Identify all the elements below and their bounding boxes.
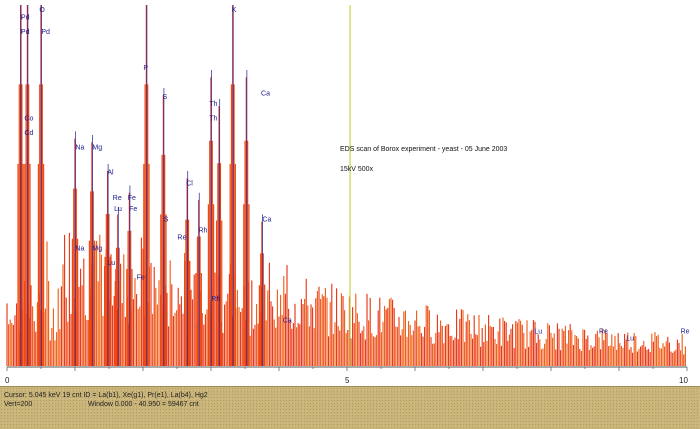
element-label: Rh — [198, 227, 207, 234]
element-label: Lu — [114, 206, 122, 213]
x-tick-label: 5 — [345, 376, 350, 385]
element-label: Th — [209, 116, 217, 123]
element-label: Lu — [626, 336, 634, 343]
vertical-scale-readout: Vert=200 — [4, 401, 33, 408]
element-label: Lu — [107, 260, 115, 267]
element-label: Cl — [186, 181, 193, 188]
window-readout: Window 0.000 - 40.950 = 59467 cnt — [88, 401, 199, 408]
element-label: Fe — [128, 195, 136, 202]
x-tick-label: 0 — [5, 376, 10, 385]
element-label: Na — [75, 245, 84, 252]
element-label: Pd — [21, 14, 30, 21]
element-label: Pd — [21, 29, 30, 36]
element-label: Ca — [261, 90, 270, 97]
element-label: Al — [107, 170, 114, 177]
element-label: Th — [209, 101, 217, 108]
annotation-subtitle: 15kV 500x — [340, 166, 374, 173]
spectrum-plot[interactable]: Pd O Pd Pd Co Cd Na Mg Al Lu Fe Fe Re Na Mg Lu Fe Re P S S Cl… — [0, 0, 700, 386]
element-label: Cd — [24, 130, 33, 137]
element-label: Pd — [41, 29, 50, 36]
element-label: Co — [24, 116, 33, 123]
element-label: K — [232, 7, 237, 14]
element-label: Ca — [262, 217, 271, 224]
element-label: O — [39, 7, 45, 14]
element-label: Ca — [283, 318, 292, 325]
element-label: S — [162, 94, 167, 101]
element-label: Mg — [92, 245, 102, 252]
element-label: Rh — [211, 296, 220, 303]
element-label: Re — [177, 235, 186, 242]
annotation-title: EDS scan of Borox experiment - yeast - 0… — [340, 146, 507, 153]
element-label: Fe — [137, 274, 145, 281]
element-label: S — [164, 217, 169, 224]
eds-spectrum-window: Pd O Pd Pd Co Cd Na Mg Al Lu Fe Fe Re Na Mg Lu Fe Re P S S Cl… — [0, 0, 700, 429]
element-label: Na — [75, 144, 84, 151]
cursor-readout: Cursor: 5.045 keV 19 cnt ID = La(b1), Xe… — [4, 392, 208, 399]
element-label: P — [143, 65, 148, 72]
status-panel: Cursor: 5.045 keV 19 cnt ID = La(b1), Xe… — [0, 386, 700, 429]
element-label: Re — [599, 329, 608, 336]
element-label: Lu — [534, 329, 542, 336]
element-label: Re — [113, 195, 122, 202]
element-label: Re — [681, 329, 690, 336]
x-tick-label: 10 — [679, 376, 688, 385]
element-label: Fe — [129, 206, 137, 213]
element-label: Mg — [92, 144, 102, 151]
